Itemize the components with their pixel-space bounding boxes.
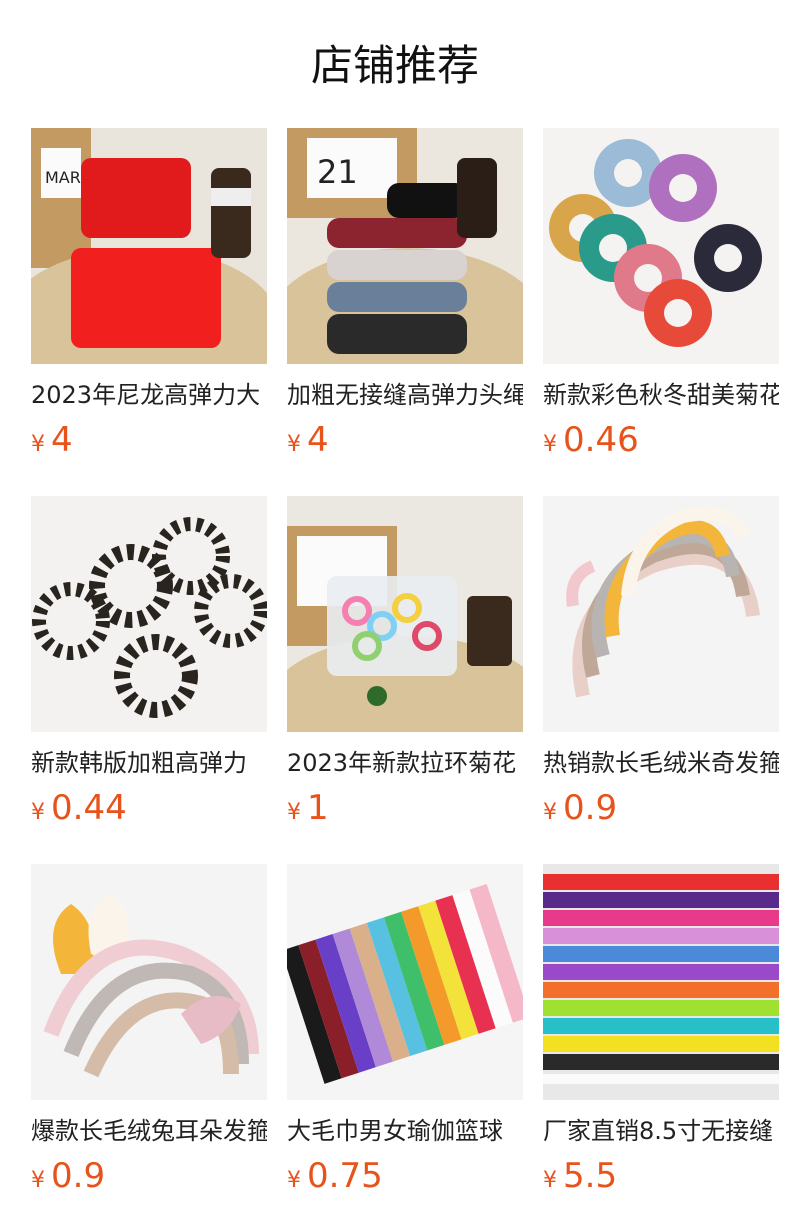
- currency-symbol: ¥: [31, 432, 45, 457]
- product-name[interactable]: 爆款长毛绒兔耳朵发箍: [31, 1114, 267, 1148]
- page-title: 店铺推荐: [310, 41, 479, 90]
- dark-hair-ties-image: 21: [287, 128, 523, 364]
- checkered-hair-ties-image: [31, 496, 267, 732]
- product-card[interactable]: 大毛巾男女瑜伽篮球 ¥0.75: [287, 864, 523, 1232]
- price-value: 0.9: [51, 1156, 106, 1196]
- product-price: ¥0.9: [543, 786, 779, 830]
- product-grid: MAR 2023年尼龙高弹力大 ¥4 21 加粗无接缝高弹力头绳 ¥ 4 新款彩…: [31, 128, 779, 1232]
- currency-symbol: ¥: [543, 1168, 557, 1193]
- currency-symbol: ¥: [31, 800, 45, 825]
- product-card[interactable]: 厂家直销8.5寸无接缝 ¥5.5: [543, 864, 779, 1232]
- product-name[interactable]: 新款彩色秋冬甜美菊花: [543, 378, 779, 412]
- price-value: 4: [51, 420, 73, 460]
- product-image[interactable]: 21: [287, 128, 523, 364]
- product-price: ¥0.75: [287, 1154, 523, 1198]
- rainbow-towel-headbands-image: [287, 864, 523, 1100]
- product-price: ¥1: [287, 786, 523, 830]
- product-image[interactable]: [543, 496, 779, 732]
- price-value: 0.75: [307, 1156, 383, 1196]
- product-price: ¥4: [287, 418, 523, 462]
- currency-symbol: ¥: [31, 1168, 45, 1193]
- price-value: 5.5: [563, 1156, 618, 1196]
- currency-symbol: ¥: [287, 432, 301, 457]
- price-value: 0.44: [51, 788, 127, 828]
- product-card[interactable]: MAR 2023年尼龙高弹力大 ¥4: [31, 128, 267, 496]
- product-price: ¥0.46: [543, 418, 779, 462]
- bunny-ear-headbands-image: [31, 864, 267, 1100]
- product-image[interactable]: [287, 496, 523, 732]
- product-card[interactable]: 新款彩色秋冬甜美菊花 ¥0.46: [543, 128, 779, 496]
- currency-symbol: ¥: [543, 432, 557, 457]
- red-hair-ties-image: MAR: [31, 128, 267, 364]
- product-image[interactable]: [287, 864, 523, 1100]
- plush-headbands-image: [543, 496, 779, 732]
- currency-symbol: ¥: [543, 800, 557, 825]
- product-price: ¥0.9: [31, 1154, 267, 1198]
- price-value: 1: [307, 788, 329, 828]
- price-value: 0.9: [563, 788, 618, 828]
- product-price: ¥5.5: [543, 1154, 779, 1198]
- product-card[interactable]: 新款韩版加粗高弹力 ¥0.44: [31, 496, 267, 864]
- mini-hair-ties-pouch-image: [287, 496, 523, 732]
- multicolor-hair-ties-bag-image: [543, 864, 779, 1100]
- currency-symbol: ¥: [287, 800, 301, 825]
- product-card[interactable]: 21 加粗无接缝高弹力头绳 ¥4: [287, 128, 523, 496]
- svg-text:MAR: MAR: [45, 168, 81, 187]
- product-name[interactable]: 2023年新款拉环菊花: [287, 746, 523, 780]
- product-image[interactable]: [543, 128, 779, 364]
- product-name[interactable]: 热销款长毛绒米奇发箍: [543, 746, 779, 780]
- product-image[interactable]: [543, 864, 779, 1100]
- product-name[interactable]: 新款韩版加粗高弹力: [31, 746, 267, 780]
- product-price: ¥4: [31, 418, 267, 462]
- price-value: 4: [307, 420, 329, 460]
- currency-symbol: ¥: [287, 1168, 301, 1193]
- product-image[interactable]: [31, 864, 267, 1100]
- product-image[interactable]: MAR: [31, 128, 267, 364]
- price-value: 0.46: [563, 420, 639, 460]
- product-name[interactable]: 大毛巾男女瑜伽篮球: [287, 1114, 523, 1148]
- product-card[interactable]: 热销款长毛绒米奇发箍 ¥0.9: [543, 496, 779, 864]
- product-card[interactable]: 爆款长毛绒兔耳朵发箍 ¥0.9: [31, 864, 267, 1232]
- shop-recommendation-page: 店铺推荐 MAR 2023年尼龙高弹力大 ¥4 21 加粗无接缝高弹力头绳 ¥ …: [0, 0, 790, 1232]
- svg-text:21: 21: [317, 153, 358, 191]
- product-name[interactable]: 厂家直销8.5寸无接缝: [543, 1114, 779, 1148]
- product-name[interactable]: 2023年尼龙高弹力大: [31, 378, 267, 412]
- product-image[interactable]: [31, 496, 267, 732]
- colorful-scrunchies-image: [543, 128, 779, 364]
- product-card[interactable]: 2023年新款拉环菊花 ¥1: [287, 496, 523, 864]
- product-name[interactable]: 加粗无接缝高弹力头绳: [287, 378, 523, 412]
- product-price: ¥0.44: [31, 786, 267, 830]
